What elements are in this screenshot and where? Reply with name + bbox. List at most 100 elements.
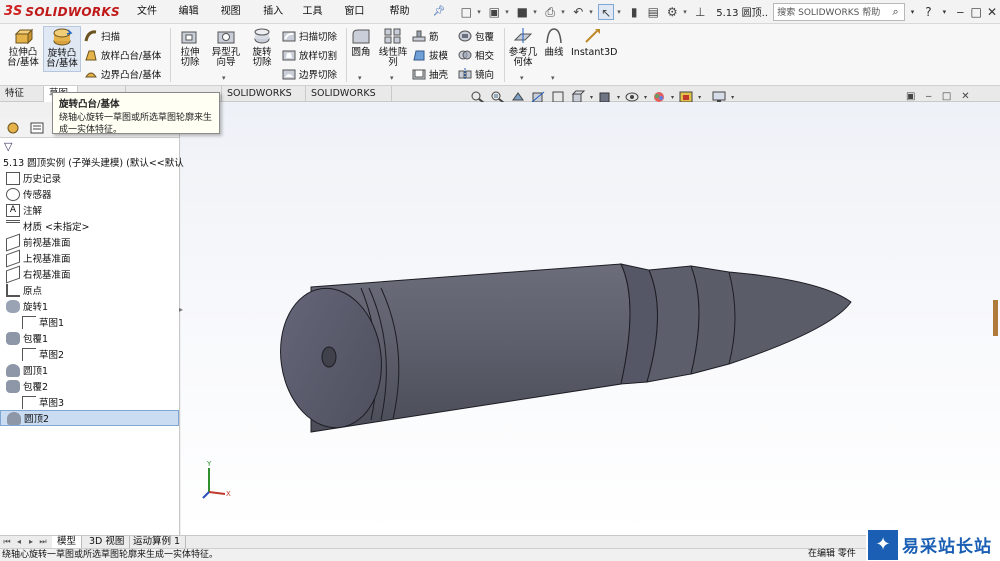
fillet-dropdown-icon[interactable]: ▾ — [358, 74, 362, 82]
viewport-maximize-icon[interactable]: □ — [942, 91, 951, 102]
undo-dropdown-icon[interactable]: ▾ — [589, 8, 595, 16]
shell-button[interactable]: 抽壳 — [412, 66, 448, 82]
reference-geometry-dropdown-icon[interactable]: ▾ — [520, 74, 524, 82]
tab-features[interactable]: 特征 — [0, 86, 44, 102]
options-gear-icon[interactable]: ⚙ — [664, 4, 680, 20]
restore-window-icon[interactable]: □ — [968, 5, 984, 19]
print-dropdown-icon[interactable]: ▾ — [561, 8, 567, 16]
close-window-icon[interactable]: ✕ — [984, 5, 1000, 19]
prev-tab-arrow-icon[interactable]: ◂ — [14, 536, 24, 548]
tree-item-origin[interactable]: 原点 — [0, 282, 179, 298]
search-icon[interactable]: ⌕ — [888, 5, 904, 19]
instant3d-button[interactable]: Instant3D — [571, 26, 617, 58]
tree-item-dome1[interactable]: 圆顶1 — [0, 362, 179, 378]
panel-collapse-handle-icon[interactable]: ▸ — [179, 305, 183, 314]
solidworks-logo[interactable]: 3S SOLIDWORKS — [0, 4, 120, 19]
loft-boss-button[interactable]: 放样凸台/基体 — [84, 47, 161, 63]
menu-tools[interactable]: 工具(T) — [296, 0, 338, 41]
rib-button[interactable]: 筋 — [412, 28, 439, 44]
draft-button[interactable]: 拔模 — [412, 47, 448, 63]
hole-wizard-button[interactable]: 异型孔向导 — [207, 26, 245, 68]
menu-file[interactable]: 文件(F) — [130, 0, 172, 41]
help-search-input[interactable]: 搜索 SOLIDWORKS 帮助 ⌕ — [773, 2, 905, 21]
menu-help[interactable]: 帮助(H) — [382, 0, 425, 41]
hide-show-dropdown-icon[interactable]: ▾ — [644, 94, 647, 101]
tree-item-sketch1[interactable]: 草图1 — [0, 314, 179, 330]
tree-item-annotations[interactable]: A 注解 — [0, 202, 179, 218]
filter-icon[interactable]: ▽ — [4, 140, 12, 153]
reference-geometry-button[interactable]: 参考几何体 — [507, 26, 539, 68]
intersect-button[interactable]: 相交 — [458, 47, 494, 63]
select-cursor-icon[interactable]: ↖ — [598, 3, 615, 20]
pin-icon[interactable]: 📌︎ — [426, 0, 453, 24]
tree-item-sketch3[interactable]: 草图3 — [0, 394, 179, 410]
tab-solidworks-addins[interactable]: SOLIDWORKS 插件 — [222, 86, 306, 114]
property-manager-tab-icon[interactable] — [28, 120, 46, 136]
tree-item-wrap2[interactable]: 包覆2 — [0, 378, 179, 394]
undo-icon[interactable]: ↶ — [570, 4, 586, 20]
tree-item-top-plane[interactable]: 上视基准面 — [0, 248, 179, 268]
linear-pattern-button[interactable]: 线性阵列 — [376, 26, 410, 68]
help-dropdown-icon[interactable]: ▾ — [936, 8, 952, 16]
graphics-scroll-indicator[interactable] — [993, 300, 998, 336]
open-dropdown-icon[interactable]: ▾ — [505, 8, 511, 16]
bullet-model-view[interactable]: Y X — [181, 102, 1000, 535]
pin-toolbar-icon[interactable]: ⊥ — [692, 4, 708, 20]
viewport-minimize-icon[interactable]: ‒ — [925, 91, 931, 102]
tree-item-material[interactable]: 材质 <未指定> — [0, 218, 179, 234]
boundary-boss-button[interactable]: 边界凸台/基体 — [84, 66, 161, 82]
new-document-icon[interactable]: □ — [458, 4, 474, 20]
tree-item-history[interactable]: 历史记录 — [0, 170, 179, 186]
loft-cut-button[interactable]: 放样切割 — [282, 47, 337, 63]
help-question-icon[interactable]: ? — [921, 5, 937, 19]
print-icon[interactable]: ⎙ — [542, 4, 558, 20]
minimize-window-icon[interactable]: ‒ — [952, 5, 968, 19]
boundary-cut-button[interactable]: 边界切除 — [282, 66, 337, 82]
tree-item-sketch2[interactable]: 草图2 — [0, 346, 179, 362]
save-dropdown-icon[interactable]: ▾ — [533, 8, 539, 16]
linear-pattern-dropdown-icon[interactable]: ▾ — [390, 74, 394, 82]
menu-view[interactable]: 视图(V) — [214, 0, 257, 41]
tree-item-front-plane[interactable]: 前视基准面 — [0, 232, 179, 252]
traffic-light-icon[interactable]: ▮ — [626, 4, 642, 20]
search-dropdown-icon[interactable]: ▾ — [905, 8, 921, 16]
revolve-cut-button[interactable]: 旋转切除 — [245, 26, 279, 68]
viewport-restore-icon[interactable]: ▣ — [906, 91, 915, 102]
options-dropdown-icon[interactable]: ▾ — [683, 8, 689, 16]
file-properties-icon[interactable]: ▤ — [645, 4, 661, 20]
view-orientation-dropdown-icon[interactable]: ▾ — [590, 94, 593, 101]
viewport-close-icon[interactable]: ✕ — [961, 91, 969, 102]
hole-wizard-dropdown-icon[interactable]: ▾ — [222, 74, 226, 82]
revolve-boss-button[interactable]: 旋转凸台/基体 — [43, 26, 81, 72]
sweep-button[interactable]: 扫描 — [84, 28, 120, 44]
sweep-cut-button[interactable]: 扫描切除 — [282, 28, 337, 44]
extrude-cut-button[interactable]: 拉伸切除 — [173, 26, 207, 68]
menu-edit[interactable]: 编辑(E) — [172, 0, 214, 41]
tree-item-revolve1[interactable]: 旋转1 — [0, 298, 179, 314]
mirror-button[interactable]: 镜向 — [458, 66, 494, 82]
view-settings-dropdown-icon[interactable]: ▾ — [731, 94, 734, 101]
menu-window[interactable]: 窗口(W) — [337, 0, 382, 41]
scene-dropdown-icon[interactable]: ▾ — [698, 94, 701, 101]
curves-dropdown-icon[interactable]: ▾ — [551, 74, 555, 82]
next-tab-arrow-icon[interactable]: ▸ — [26, 536, 36, 548]
new-dropdown-icon[interactable]: ▾ — [477, 8, 483, 16]
select-dropdown-icon[interactable]: ▾ — [617, 8, 623, 16]
tree-item-wrap1[interactable]: 包覆1 — [0, 330, 179, 346]
appearance-dropdown-icon[interactable]: ▾ — [671, 94, 674, 101]
curves-button[interactable]: 曲线 — [541, 26, 567, 58]
graphics-area[interactable]: Y X — [181, 102, 1000, 535]
menu-insert[interactable]: 插入(I) — [256, 0, 295, 41]
tree-item-right-plane[interactable]: 右视基准面 — [0, 264, 179, 284]
first-tab-arrow-icon[interactable]: ⏮ — [2, 536, 12, 548]
display-style-dropdown-icon[interactable]: ▾ — [617, 94, 620, 101]
tab-solidworks-mbd[interactable]: SOLIDWORKS MBD — [306, 86, 392, 114]
last-tab-arrow-icon[interactable]: ⏭ — [38, 536, 48, 548]
save-icon[interactable]: ■ — [514, 4, 530, 20]
tree-item-sensors[interactable]: 传感器 — [0, 186, 179, 202]
fillet-button[interactable]: 圆角 — [349, 26, 373, 58]
tree-root-part[interactable]: 5.13 圆顶实例 (子弹头建模) (默认<<默认 — [0, 154, 184, 170]
wrap-button[interactable]: 包覆 — [458, 28, 494, 44]
feature-manager-tab-icon[interactable] — [4, 120, 22, 136]
open-folder-icon[interactable]: ▣ — [486, 4, 502, 20]
